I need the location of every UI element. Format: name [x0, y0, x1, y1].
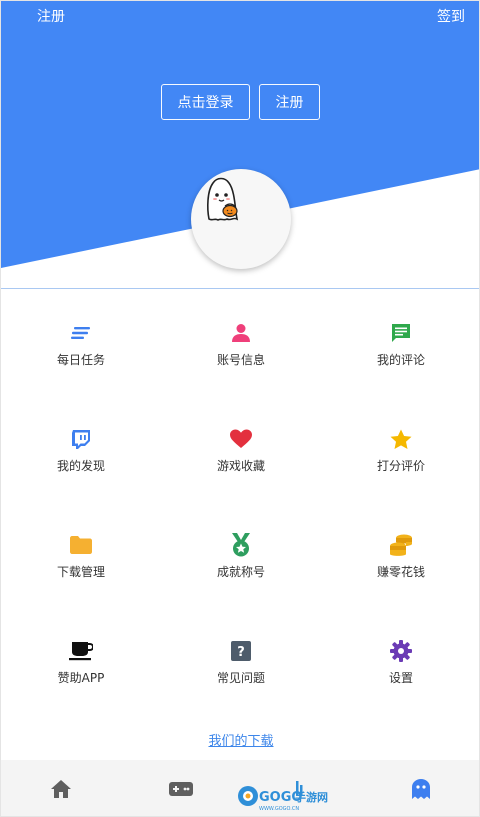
menu-item-label: 打分评价	[376, 459, 425, 473]
comment-icon	[389, 321, 413, 345]
watermark-suffix: 手游网	[295, 790, 328, 804]
star-icon	[389, 427, 413, 451]
menu-item-earn-pocket-money[interactable]: 赚零花钱	[321, 513, 479, 593]
tab-home[interactable]	[49, 777, 73, 801]
tab-games[interactable]	[169, 777, 193, 801]
app-screen: 注册 签到 点击登录 注册 每日任务 账号信息 我的评论 我的发现 游戏收藏 打…	[0, 0, 480, 817]
heart-icon	[229, 427, 253, 451]
menu-item-label: 下载管理	[56, 565, 105, 579]
svg-text:?: ?	[237, 645, 245, 660]
menu-item-my-discoveries[interactable]: 我的发现	[1, 407, 161, 487]
ghost-avatar-icon	[207, 177, 239, 221]
menu-item-settings[interactable]: 设置	[321, 619, 479, 699]
register-link[interactable]: 注册	[37, 7, 65, 27]
menu-item-label: 账号信息	[216, 353, 265, 367]
profile-header: 注册 签到 点击登录 注册	[1, 1, 479, 291]
twitch-icon	[69, 427, 93, 451]
avatar[interactable]	[191, 169, 291, 269]
menu-item-label: 成就称号	[216, 565, 265, 579]
checkin-link[interactable]: 签到	[437, 7, 465, 27]
tab-profile[interactable]	[409, 777, 433, 801]
menu-item-label: 赚零花钱	[376, 565, 425, 579]
question-icon: ?	[229, 639, 253, 663]
menu-item-account-info[interactable]: 账号信息	[161, 301, 321, 381]
menu-item-label: 常见问题	[216, 671, 265, 685]
menu-item-my-comments[interactable]: 我的评论	[321, 301, 479, 381]
menu-item-game-favorites[interactable]: 游戏收藏	[161, 407, 321, 487]
person-icon	[229, 321, 253, 345]
site-watermark-logo: GOGO 手游网 WWW.GOGO.CN	[237, 779, 333, 813]
coins-icon	[389, 533, 413, 557]
folder-icon	[69, 533, 93, 557]
header-divider	[1, 288, 479, 289]
menu-item-label: 设置	[388, 671, 413, 685]
menu-item-faq[interactable]: ? 常见问题	[161, 619, 321, 699]
watermark-domain: WWW.GOGO.CN	[259, 806, 299, 812]
menu-item-label: 赞助APP	[57, 671, 105, 685]
list-icon	[69, 321, 93, 345]
gear-icon	[389, 639, 413, 663]
menu-item-download-manager[interactable]: 下载管理	[1, 513, 161, 593]
menu-item-sponsor-app[interactable]: 赞助APP	[1, 619, 161, 699]
coffee-icon	[69, 639, 93, 663]
menu-item-achievements[interactable]: 成就称号	[161, 513, 321, 593]
menu-item-label: 每日任务	[56, 353, 105, 367]
our-downloads-link[interactable]: 我们的下载	[1, 730, 479, 749]
menu-item-label: 游戏收藏	[216, 459, 265, 473]
medal-icon	[229, 533, 253, 557]
ghost-icon	[412, 779, 430, 799]
menu-item-rate-review[interactable]: 打分评价	[321, 407, 479, 487]
menu-item-daily-tasks[interactable]: 每日任务	[1, 301, 161, 381]
login-button[interactable]: 点击登录	[161, 84, 250, 120]
menu-item-label: 我的发现	[56, 459, 105, 473]
home-icon	[51, 780, 71, 798]
register-button[interactable]: 注册	[259, 84, 320, 120]
gamepad-icon	[169, 782, 193, 796]
menu-item-label: 我的评论	[376, 353, 425, 367]
